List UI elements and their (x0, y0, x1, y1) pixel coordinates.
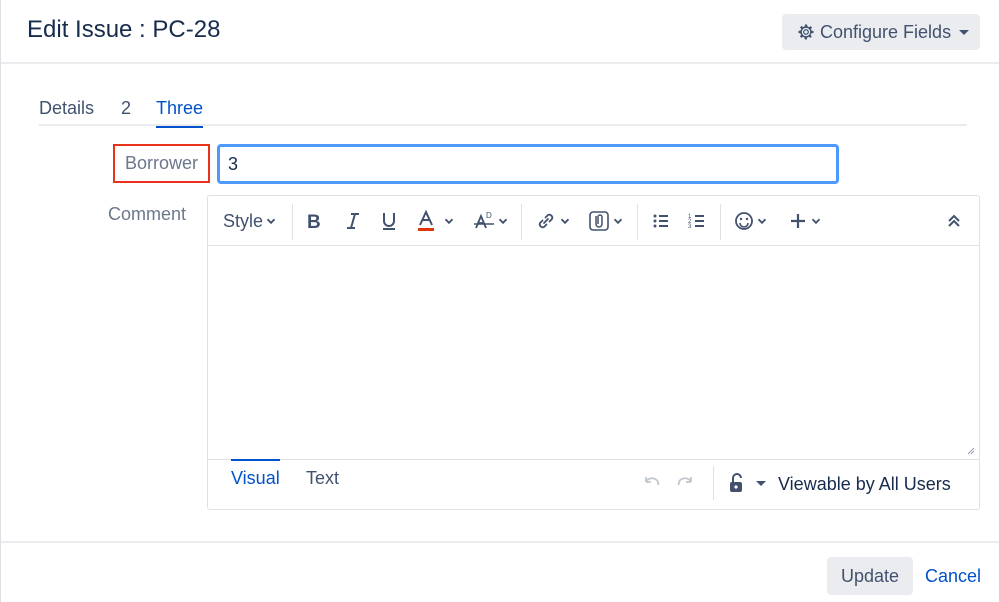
unlock-icon (730, 473, 742, 492)
dialog-title: Edit Issue : PC-28 (27, 16, 221, 43)
text-effects-icon: D (474, 211, 494, 229)
text-mode-tab[interactable]: Text (306, 468, 339, 494)
dialog-footer: Update Cancel (1, 541, 999, 602)
style-dropdown[interactable]: Style (223, 208, 276, 234)
editor-footer: Visual Text Viewable by All Users (208, 459, 979, 509)
undo-icon[interactable] (640, 472, 662, 494)
cancel-link[interactable]: Cancel (925, 566, 981, 587)
italic-icon (347, 213, 359, 229)
chevron-down-icon (560, 218, 570, 225)
caret-down-icon (959, 29, 970, 35)
toolbar-divider (637, 204, 638, 240)
svg-text:D: D (486, 211, 492, 220)
insert-more-icon (791, 214, 805, 228)
chevron-down-icon (811, 218, 821, 225)
comment-textarea[interactable] (208, 247, 979, 460)
edit-issue-dialog: Edit Issue : PC-28 Configure Fields Deta… (0, 0, 999, 602)
text-effects-button[interactable]: D (473, 208, 508, 234)
visibility-lock-button[interactable] (726, 472, 766, 494)
chevron-down-icon (444, 218, 454, 225)
bullet-list-button[interactable] (651, 208, 671, 234)
svg-text:3: 3 (688, 224, 692, 230)
underline-button[interactable] (380, 208, 398, 234)
underline-icon (383, 213, 395, 230)
comment-label: Comment (108, 204, 187, 224)
numbered-list-button[interactable]: 123 (687, 208, 707, 234)
tab-details[interactable]: Details (39, 98, 94, 126)
chevron-down-icon (498, 218, 508, 225)
dialog-header: Edit Issue : PC-28 Configure Fields (1, 0, 999, 64)
visual-mode-tab[interactable]: Visual (231, 459, 280, 494)
bullet-list-icon (653, 214, 668, 228)
link-button[interactable] (535, 208, 570, 234)
emoji-icon (735, 212, 753, 230)
style-label: Style (223, 210, 264, 231)
resize-grip-icon[interactable] (965, 445, 975, 455)
editor-toolbar: Style B D 1 2 3 (208, 196, 979, 246)
gear-icon (798, 24, 814, 40)
footer-divider (713, 466, 714, 500)
tab-bar: Details 2 Three (39, 96, 967, 128)
chevron-down-icon (613, 218, 623, 225)
italic-button[interactable] (344, 208, 362, 234)
numbered-list-icon: 123 (688, 214, 704, 230)
svg-text:B: B (307, 212, 321, 231)
tab-three[interactable]: Three (156, 98, 204, 128)
toolbar-divider (292, 204, 293, 240)
configure-fields-label: Configure Fields (820, 21, 952, 42)
redo-icon[interactable] (675, 472, 697, 494)
text-color-button[interactable] (416, 208, 454, 234)
attachment-icon (589, 211, 609, 231)
visibility-label: Viewable by All Users (778, 474, 951, 494)
update-button[interactable]: Update (827, 557, 913, 595)
toolbar-divider (720, 204, 721, 240)
bold-icon: B (307, 212, 321, 231)
text-color-icon (418, 209, 434, 231)
bold-button[interactable]: B (306, 208, 324, 234)
collapse-toolbar-button[interactable] (946, 208, 962, 234)
collapse-toolbar-icon (948, 214, 960, 227)
chevron-down-icon (757, 218, 767, 225)
emoji-button[interactable] (734, 208, 767, 234)
link-icon (538, 213, 554, 229)
attachment-button[interactable] (588, 208, 623, 234)
caret-down-icon (756, 480, 766, 486)
borrower-label: Borrower (113, 144, 210, 183)
configure-fields-button[interactable]: Configure Fields (782, 14, 980, 50)
insert-more-button[interactable] (788, 208, 821, 234)
chevron-down-icon (266, 218, 276, 225)
toolbar-divider (521, 204, 522, 240)
tab-2[interactable]: 2 (121, 98, 131, 126)
comment-editor: Style B D 1 2 3 Visual Text Viewable by … (207, 195, 980, 510)
borrower-input[interactable] (217, 144, 839, 184)
